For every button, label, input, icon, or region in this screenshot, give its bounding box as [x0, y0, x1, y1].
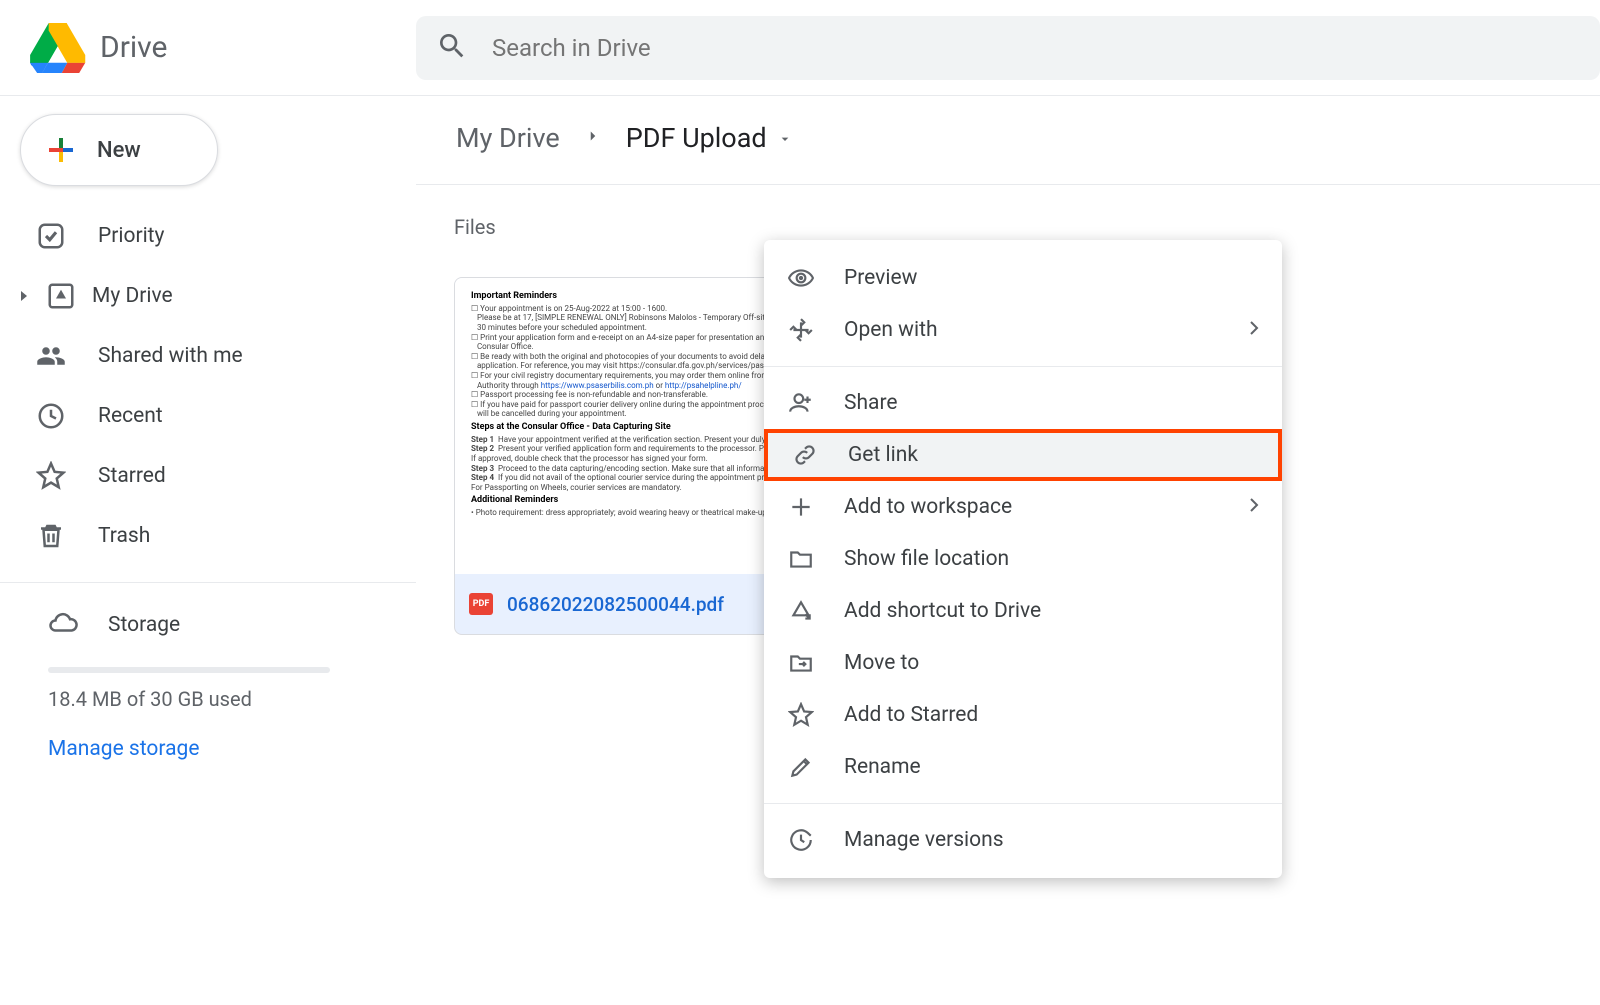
person-add-icon	[786, 388, 816, 418]
menu-add-shortcut[interactable]: Add shortcut to Drive	[764, 585, 1282, 637]
link-icon	[790, 440, 820, 470]
sidebar-item-starred[interactable]: Starred	[0, 446, 396, 506]
menu-move-to[interactable]: Move to	[764, 637, 1282, 689]
priority-icon	[34, 219, 68, 253]
app-name: Drive	[100, 30, 167, 65]
menu-show-location[interactable]: Show file location	[764, 533, 1282, 585]
menu-share[interactable]: Share	[764, 377, 1282, 429]
menu-preview[interactable]: Preview	[764, 252, 1282, 304]
menu-manage-versions[interactable]: Manage versions	[764, 814, 1282, 866]
new-button[interactable]: New	[20, 114, 218, 186]
sidebar-item-priority[interactable]: Priority	[0, 206, 396, 266]
history-icon	[786, 825, 816, 855]
breadcrumb: My Drive PDF Upload	[416, 96, 1600, 185]
app-header: Drive	[0, 0, 1600, 96]
drive-square-icon	[44, 279, 78, 313]
storage-row[interactable]: Storage	[0, 601, 416, 649]
folder-icon	[786, 544, 816, 574]
chevron-right-icon	[1248, 495, 1260, 519]
open-with-icon	[786, 315, 816, 345]
file-name: 06862022082500044.pdf	[507, 593, 724, 616]
manage-storage-link[interactable]: Manage storage	[48, 737, 416, 761]
drive-shortcut-icon	[786, 596, 816, 626]
plus-icon	[43, 132, 79, 168]
sidebar-item-trash[interactable]: Trash	[0, 506, 396, 566]
chevron-right-icon	[584, 126, 602, 150]
expand-caret-icon[interactable]	[18, 290, 30, 302]
breadcrumb-root[interactable]: My Drive	[446, 116, 570, 160]
cloud-icon	[48, 608, 78, 642]
star-outline-icon	[786, 700, 816, 730]
storage-used-text: 18.4 MB of 30 GB used	[48, 687, 416, 711]
menu-separator	[764, 803, 1282, 804]
file-card-footer: PDF 06862022082500044.pdf	[455, 574, 789, 634]
chevron-right-icon	[1248, 318, 1260, 342]
pencil-icon	[786, 752, 816, 782]
folder-move-icon	[786, 648, 816, 678]
sidebar-item-shared[interactable]: Shared with me	[0, 326, 396, 386]
file-card[interactable]: Important Reminders ☐ Your appointment i…	[454, 277, 790, 635]
pdf-badge-icon: PDF	[469, 593, 493, 615]
context-menu: Preview Open with Share Get link Add to …	[764, 240, 1282, 878]
sidebar-divider	[0, 582, 416, 583]
caret-down-icon	[777, 122, 793, 154]
people-icon	[34, 339, 68, 373]
plus-thin-icon	[786, 492, 816, 522]
search-icon[interactable]	[436, 30, 468, 66]
menu-separator	[764, 366, 1282, 367]
sidebar-item-mydrive[interactable]: My Drive	[0, 266, 396, 326]
search-bar[interactable]	[416, 16, 1600, 80]
menu-rename[interactable]: Rename	[764, 741, 1282, 793]
search-input[interactable]	[492, 34, 1580, 62]
menu-open-with[interactable]: Open with	[764, 304, 1282, 356]
menu-add-starred[interactable]: Add to Starred	[764, 689, 1282, 741]
clock-icon	[34, 399, 68, 433]
trash-icon	[34, 519, 68, 553]
sidebar-item-recent[interactable]: Recent	[0, 386, 396, 446]
logo-wrap[interactable]: Drive	[0, 23, 416, 73]
drive-logo-icon	[30, 23, 86, 73]
breadcrumb-current[interactable]: PDF Upload	[616, 116, 803, 160]
file-thumbnail: Important Reminders ☐ Your appointment i…	[455, 278, 789, 574]
star-icon	[34, 459, 68, 493]
eye-icon	[786, 263, 816, 293]
menu-add-workspace[interactable]: Add to workspace	[764, 481, 1282, 533]
new-button-label: New	[97, 138, 141, 163]
menu-get-link[interactable]: Get link	[764, 429, 1282, 481]
sidebar: New Priority My Drive Shared with me Rec…	[0, 96, 416, 761]
storage-bar	[48, 667, 330, 673]
